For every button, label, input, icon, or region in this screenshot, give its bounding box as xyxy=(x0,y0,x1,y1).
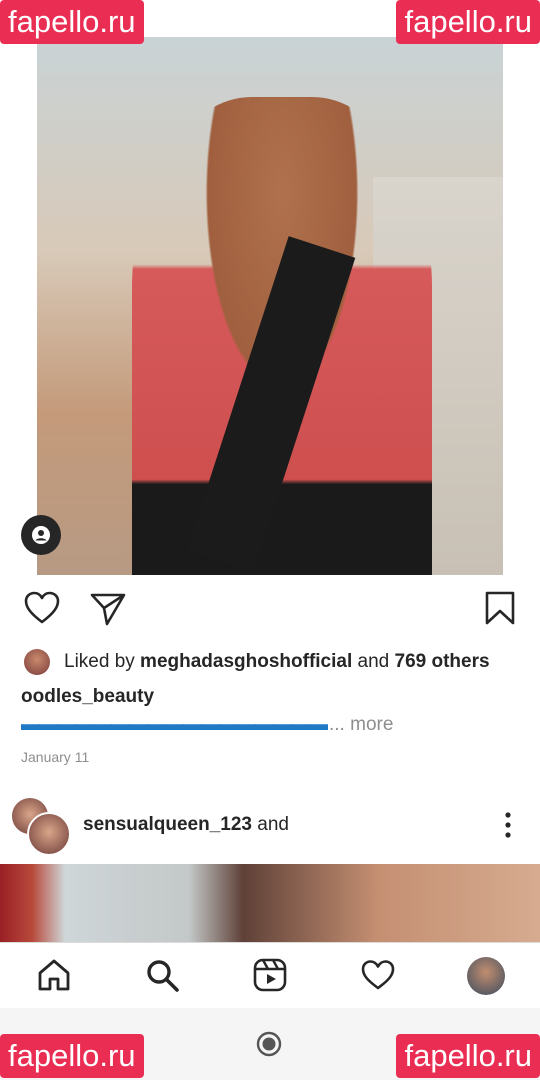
bookmark-icon[interactable] xyxy=(480,588,520,628)
bottom-tab-bar xyxy=(0,942,540,1009)
reels-icon[interactable] xyxy=(252,957,288,993)
liked-by-others[interactable]: 769 others xyxy=(395,651,490,673)
avatar xyxy=(27,812,71,856)
heart-icon[interactable] xyxy=(22,588,62,628)
watermark-top-left: fapello.ru xyxy=(0,0,144,44)
tagged-user-button[interactable] xyxy=(21,515,61,555)
watermark-bottom-left: fapello.ru xyxy=(0,1034,144,1078)
liked-by-prefix: Liked by xyxy=(64,651,141,672)
liker-avatar xyxy=(24,649,50,675)
more-vertical-icon[interactable] xyxy=(498,810,518,840)
likes-summary[interactable]: Liked by meghadasghoshofficial and 769 o… xyxy=(24,648,490,676)
send-icon[interactable] xyxy=(88,588,128,628)
next-post-username[interactable]: sensualqueen_123 xyxy=(83,814,252,835)
post-username[interactable]: oodles_beauty xyxy=(21,686,154,708)
next-post-suffix: and xyxy=(251,814,289,835)
watermark-bottom-right: fapello.ru xyxy=(396,1034,540,1078)
liked-by-and: and xyxy=(352,651,395,672)
post-caption: ▬▬▬▬▬▬▬▬▬▬▬▬▬▬▬▬▬ ... more xyxy=(21,713,521,737)
post-image[interactable] xyxy=(37,37,503,575)
post-date: January 11 xyxy=(21,749,90,765)
caption-more-link[interactable]: ... more xyxy=(329,714,393,736)
profile-avatar[interactable] xyxy=(467,957,505,995)
caption-dashes: ▬▬▬▬▬▬▬▬▬▬▬▬▬▬▬▬▬ xyxy=(21,714,328,735)
post-action-row xyxy=(0,588,540,630)
next-post-header: sensualqueen_123 and xyxy=(0,792,540,856)
liked-by-user[interactable]: meghadasghoshofficial xyxy=(140,651,352,673)
watermark-top-right: fapello.ru xyxy=(396,0,540,44)
activity-heart-icon[interactable] xyxy=(360,957,396,993)
home-icon[interactable] xyxy=(36,957,72,993)
user-tag-icon xyxy=(32,526,50,544)
next-post-image[interactable] xyxy=(0,864,540,942)
next-post-user-text[interactable]: sensualqueen_123 and xyxy=(83,814,289,836)
search-icon[interactable] xyxy=(144,957,180,993)
system-home-button-icon[interactable] xyxy=(256,1031,282,1057)
